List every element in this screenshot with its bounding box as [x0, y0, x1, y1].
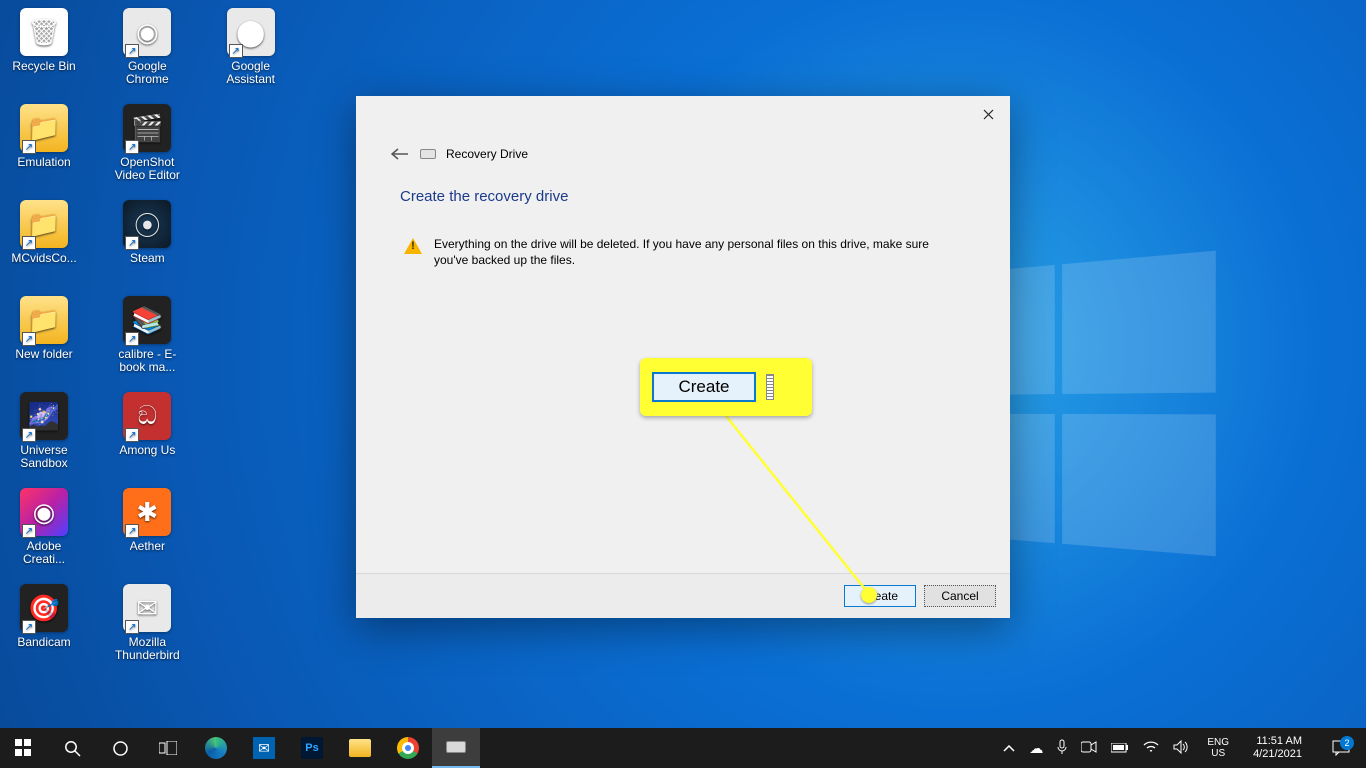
- language-indicator[interactable]: ENG US: [1203, 737, 1233, 759]
- tray-wifi-icon[interactable]: [1143, 740, 1159, 756]
- icon-label: calibre - E-book ma...: [111, 348, 183, 374]
- warning-icon: [404, 238, 422, 254]
- cancel-button[interactable]: Cancel: [924, 585, 996, 607]
- dialog-button-bar: Create Cancel: [356, 573, 1010, 618]
- tray-volume-icon[interactable]: [1173, 740, 1189, 757]
- folder-icon: [349, 739, 371, 757]
- create-button[interactable]: Create: [844, 585, 916, 607]
- taskbar-chrome[interactable]: [384, 728, 432, 768]
- icon-label: Google Chrome: [111, 60, 183, 86]
- icon-label: OpenShot Video Editor: [111, 156, 183, 182]
- tray-battery-icon[interactable]: [1111, 740, 1129, 756]
- language-code: ENG: [1207, 737, 1229, 748]
- desktop-icon[interactable]: 📚↗calibre - E-book ma...: [109, 292, 185, 388]
- desktop-icon[interactable]: 📁↗New folder: [6, 292, 82, 388]
- recovery-drive-dialog: Recovery Drive Create the recovery drive…: [356, 96, 1010, 618]
- dialog-heading: Create the recovery drive: [400, 188, 568, 205]
- drive-icon: [420, 149, 436, 159]
- desktop-icon[interactable]: 🎯↗Bandicam: [6, 580, 82, 676]
- icon-label: New folder: [15, 348, 72, 361]
- desktop-icon[interactable]: 📁↗MCvidsCo...: [6, 196, 82, 292]
- icon-label: Bandicam: [17, 636, 70, 649]
- annotation-grip: [766, 374, 774, 400]
- chrome-icon: [397, 737, 419, 759]
- cortana-button[interactable]: [96, 728, 144, 768]
- icon-label: MCvidsCo...: [11, 252, 76, 265]
- desktop-icon[interactable]: 📁↗Emulation: [6, 100, 82, 196]
- taskbar-recovery-drive[interactable]: [432, 728, 480, 768]
- drive-icon: [446, 741, 466, 753]
- icon-label: Mozilla Thunderbird: [111, 636, 183, 662]
- action-center-button[interactable]: 2: [1322, 740, 1360, 756]
- app-icon: 🗑: [20, 8, 68, 56]
- desktop-icon[interactable]: 🗑 Recycle Bin: [6, 4, 82, 100]
- desktop-icon[interactable]: ✱↗Aether: [109, 484, 185, 580]
- icon-label: Among Us: [119, 444, 175, 457]
- desktop-icon[interactable]: 🌌↗Universe Sandbox: [6, 388, 82, 484]
- desktop-icon[interactable]: ⬤↗Google Assistant: [213, 4, 289, 100]
- icon-label: Universe Sandbox: [8, 444, 80, 470]
- start-button[interactable]: [0, 728, 48, 768]
- annotation-callout: Create: [640, 358, 812, 416]
- desktop-icon[interactable]: 🎬↗OpenShot Video Editor: [109, 100, 185, 196]
- back-button[interactable]: [390, 144, 410, 164]
- icon-label: Google Assistant: [215, 60, 287, 86]
- system-tray: ☁ ENG US 11:51 AM 4/21/2021 2: [997, 728, 1366, 768]
- clock[interactable]: 11:51 AM 4/21/2021: [1247, 735, 1308, 761]
- icon-label: Adobe Creati...: [8, 540, 80, 566]
- notification-badge: 2: [1340, 736, 1354, 750]
- annotation-create-preview: Create: [652, 372, 756, 402]
- taskbar: ✉ Ps ☁ ENG US 11:51 AM 4/21/2021: [0, 728, 1366, 768]
- tray-microphone-icon[interactable]: [1057, 739, 1067, 758]
- icon-label: Steam: [130, 252, 165, 265]
- warning-text: Everything on the drive will be deleted.…: [434, 236, 954, 268]
- photoshop-icon: Ps: [301, 737, 323, 759]
- annotation-dot: [861, 587, 877, 603]
- keyboard-layout: US: [1207, 748, 1229, 759]
- windows-icon: [15, 739, 33, 757]
- desktop: 🗑 Recycle Bin 📁↗Emulation📁↗MCvidsCo...📁↗Ne…: [6, 4, 316, 704]
- tray-chevron-icon[interactable]: [1003, 740, 1015, 756]
- desktop-icon[interactable]: ◉↗Adobe Creati...: [6, 484, 82, 580]
- mail-icon: ✉: [253, 737, 275, 759]
- desktop-icon[interactable]: ✉↗Mozilla Thunderbird: [109, 580, 185, 676]
- taskbar-edge[interactable]: [192, 728, 240, 768]
- dialog-title: Recovery Drive: [446, 147, 528, 161]
- tray-onedrive-icon[interactable]: ☁: [1029, 740, 1043, 757]
- icon-label: Emulation: [17, 156, 70, 169]
- search-button[interactable]: [48, 728, 96, 768]
- icon-label: Recycle Bin: [12, 60, 75, 73]
- desktop-icon[interactable]: ⦿↗Steam: [109, 196, 185, 292]
- desktop-icon[interactable]: ඞ↗Among Us: [109, 388, 185, 484]
- taskbar-explorer[interactable]: [336, 728, 384, 768]
- task-view-button[interactable]: [144, 728, 192, 768]
- desktop-icon[interactable]: ◉↗Google Chrome: [109, 4, 185, 100]
- date-text: 4/21/2021: [1253, 748, 1302, 761]
- edge-icon: [205, 737, 227, 759]
- taskbar-mail[interactable]: ✉: [240, 728, 288, 768]
- tray-meetnow-icon[interactable]: [1081, 740, 1097, 756]
- taskbar-photoshop[interactable]: Ps: [288, 728, 336, 768]
- time-text: 11:51 AM: [1253, 735, 1302, 748]
- close-button[interactable]: [974, 102, 1002, 126]
- icon-label: Aether: [130, 540, 165, 553]
